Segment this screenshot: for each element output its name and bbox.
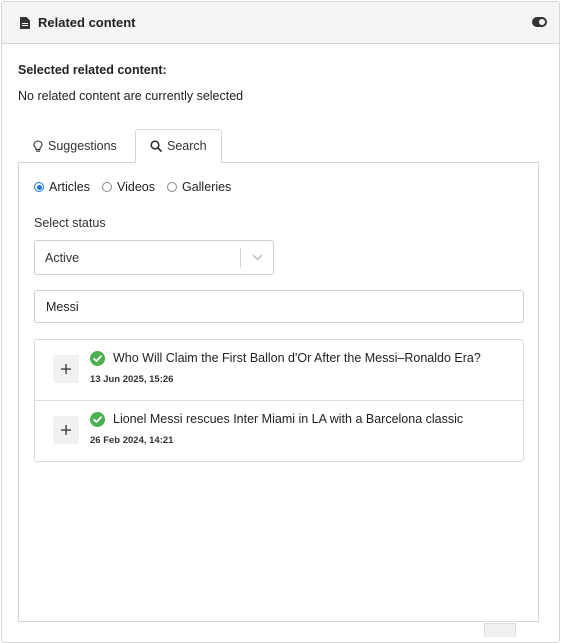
tab-suggestions-label: Suggestions [48, 139, 117, 153]
status-select[interactable]: Active [34, 240, 274, 275]
panel-title: Related content [38, 15, 136, 30]
panel-header: Related content [2, 2, 559, 44]
result-title[interactable]: Who Will Claim the First Ballon d'Or Aft… [113, 351, 481, 365]
plus-icon [61, 364, 71, 374]
search-results-list: Who Will Claim the First Ballon d'Or Aft… [34, 339, 524, 462]
add-button[interactable] [53, 355, 79, 383]
radio-videos-label: Videos [116, 180, 155, 194]
check-circle-icon [90, 412, 105, 427]
radio-videos-circle[interactable] [101, 182, 112, 192]
tab-suggestions[interactable]: Suggestions [18, 129, 135, 163]
result-title[interactable]: Lionel Messi rescues Inter Miami in LA w… [113, 412, 463, 426]
status-select-value: Active [45, 250, 80, 265]
document-icon [20, 16, 30, 29]
toggle-icon[interactable] [532, 17, 547, 27]
lightbulb-icon [33, 139, 43, 152]
content-tabs: Suggestions Search [18, 129, 222, 163]
search-icon [150, 140, 162, 152]
tab-search[interactable]: Search [135, 129, 222, 163]
tab-search-label: Search [167, 139, 207, 153]
chevron-down-icon[interactable] [241, 254, 273, 261]
radio-galleries-label: Galleries [181, 180, 232, 194]
radio-articles-circle[interactable] [34, 182, 44, 192]
radio-videos[interactable]: Videos [101, 180, 155, 194]
selected-content-heading: Selected related content: [18, 63, 167, 77]
search-input[interactable] [34, 290, 524, 323]
search-tab-panel: Articles Videos Galleries Select status … [18, 162, 539, 622]
plus-icon [61, 425, 71, 435]
check-circle-icon [90, 351, 105, 366]
list-item: Lionel Messi rescues Inter Miami in LA w… [35, 401, 523, 461]
radio-galleries[interactable]: Galleries [166, 180, 232, 194]
radio-galleries-circle[interactable] [166, 182, 177, 192]
list-item: Who Will Claim the First Ballon d'Or Aft… [35, 340, 523, 401]
content-type-radio-group: Articles Videos Galleries [34, 180, 243, 194]
add-button[interactable] [53, 416, 79, 444]
result-date: 13 Jun 2025, 15:26 [90, 374, 174, 385]
result-date: 26 Feb 2024, 14:21 [90, 435, 174, 446]
status-label: Select status [34, 216, 106, 230]
radio-articles[interactable]: Articles [34, 180, 90, 194]
radio-articles-label: Articles [49, 180, 90, 194]
selected-content-empty-message: No related content are currently selecte… [18, 89, 244, 103]
